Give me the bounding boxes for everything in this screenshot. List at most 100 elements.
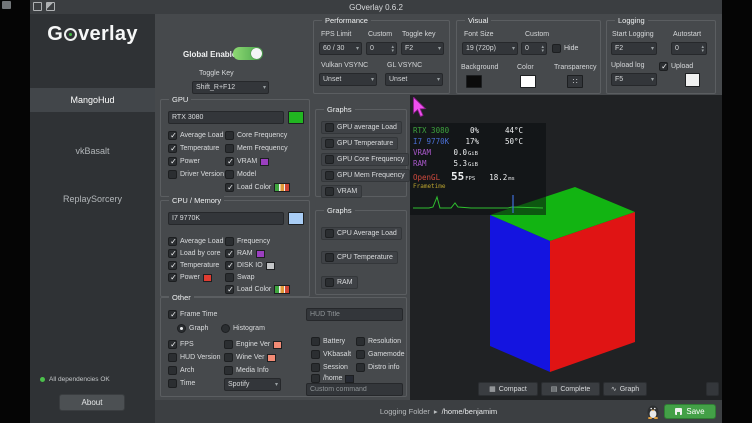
- gpu-model-checkbox[interactable]: Model: [225, 170, 256, 179]
- titlebar[interactable]: GOverlay 0.6.2: [30, 0, 722, 14]
- toggle-key-select[interactable]: Shift_R+F12▾: [192, 81, 269, 94]
- graph-gpu-average-load-checkbox[interactable]: GPU average Load: [321, 121, 402, 134]
- checkbox-icon: [356, 363, 365, 372]
- graph-cpu-temperature-checkbox[interactable]: CPU Temperature: [321, 251, 398, 264]
- swap-checkbox[interactable]: Swap: [225, 273, 255, 282]
- cpu-color-swatch[interactable]: [288, 212, 304, 225]
- sidebar-item-mangohud[interactable]: MangoHud: [30, 88, 155, 112]
- vulkan-vsync-select[interactable]: Unset▾: [319, 73, 377, 86]
- checkbox-icon: [224, 366, 233, 375]
- battery-checkbox[interactable]: Battery: [311, 337, 345, 346]
- cpu-temperature-checkbox[interactable]: Temperature: [168, 261, 219, 270]
- hud-title-input[interactable]: [306, 308, 403, 321]
- cpu-load-by-core-checkbox[interactable]: Load by core: [168, 249, 220, 258]
- graph-button[interactable]: ∿Graph: [603, 382, 647, 396]
- complete-button[interactable]: ▤Complete: [541, 382, 600, 396]
- save-icon: [675, 408, 682, 415]
- frame-time-checkbox[interactable]: Frame Time: [168, 310, 217, 319]
- sidebar-item-replaysorcery[interactable]: ReplaySorcery: [30, 189, 155, 209]
- upload-file-button[interactable]: [685, 73, 700, 87]
- cpu-load-color-checkbox[interactable]: Load Color: [225, 285, 290, 294]
- resize-grip[interactable]: [706, 382, 719, 396]
- desktop-panel-icon[interactable]: [2, 1, 11, 9]
- disk-io-color-swatch[interactable]: [266, 262, 275, 270]
- gpu-temperature-checkbox[interactable]: Temperature: [168, 144, 219, 153]
- global-enable-toggle[interactable]: [233, 47, 263, 60]
- graph-ram-checkbox[interactable]: RAM: [321, 276, 358, 289]
- hud-version-checkbox[interactable]: HUD Version: [168, 353, 220, 362]
- ram-color-swatch[interactable]: [256, 250, 265, 258]
- vkbasalt-checkbox[interactable]: VKbasalt: [311, 350, 351, 359]
- spinner-arrows-icon[interactable]: ▴▾: [541, 45, 544, 53]
- logging-folder-path[interactable]: /home/benjamim: [442, 407, 497, 416]
- checkbox-label: FPS: [180, 341, 194, 348]
- engine-ver-checkbox[interactable]: Engine Ver: [224, 340, 282, 349]
- upload-log-select[interactable]: F5▾: [611, 73, 657, 86]
- media-info-checkbox[interactable]: Media Info: [224, 366, 269, 375]
- fps-toggle-key-select[interactable]: F2▾: [401, 42, 444, 55]
- gl-vsync-select[interactable]: Unset▾: [385, 73, 443, 86]
- fps-checkbox[interactable]: FPS: [168, 340, 194, 349]
- engine-color-swatch[interactable]: [273, 341, 282, 349]
- chevron-down-icon: ▾: [651, 76, 654, 83]
- histogram-radio[interactable]: Histogram: [221, 324, 265, 333]
- checkbox-icon: [224, 353, 233, 362]
- wine-ver-checkbox[interactable]: Wine Ver: [224, 353, 276, 362]
- hide-checkbox[interactable]: Hide: [552, 44, 578, 53]
- home-color-swatch[interactable]: [345, 375, 354, 383]
- graph-cpu-average-load-checkbox[interactable]: CPU Average Load: [321, 227, 402, 240]
- gpu-mem-frequency-checkbox[interactable]: Mem Frequency: [225, 144, 288, 153]
- compact-button[interactable]: ▦Compact: [478, 382, 538, 396]
- time-checkbox[interactable]: Time: [168, 379, 195, 388]
- vram-color-swatch[interactable]: [260, 158, 269, 166]
- home-checkbox[interactable]: /home: [311, 374, 354, 383]
- load-color-swatch[interactable]: [274, 183, 290, 192]
- cpu-frequency-checkbox[interactable]: Frequency: [225, 237, 270, 246]
- font-size-select[interactable]: 19 (720p)▾: [462, 42, 518, 55]
- gpu-vram-checkbox[interactable]: VRAM: [225, 157, 269, 166]
- graph-vram-checkbox[interactable]: VRAM: [321, 185, 362, 198]
- resolution-checkbox[interactable]: Resolution: [356, 337, 401, 346]
- gpu-average-load-checkbox[interactable]: Average Load: [168, 131, 223, 140]
- cpu-average-load-checkbox[interactable]: Average Load: [168, 237, 223, 246]
- text-color-swatch[interactable]: [520, 75, 536, 88]
- fps-limit-select[interactable]: 60 / 30▾: [319, 42, 362, 55]
- load-color-swatch[interactable]: [274, 285, 290, 294]
- graph-radio[interactable]: Graph: [177, 324, 208, 333]
- gpu-core-frequency-checkbox[interactable]: Core Frequency: [225, 131, 287, 140]
- arch-checkbox[interactable]: Arch: [168, 366, 194, 375]
- ram-checkbox[interactable]: RAM: [225, 249, 265, 258]
- sidebar-item-vkbasalt[interactable]: vkBasalt: [30, 141, 155, 161]
- gpu-power-checkbox[interactable]: Power: [168, 157, 200, 166]
- graph-gpu-mem-frequency-checkbox[interactable]: GPU Mem Frequency: [321, 169, 410, 182]
- custom-label: Custom: [368, 31, 392, 38]
- gpu-color-swatch[interactable]: [288, 111, 304, 124]
- about-button[interactable]: About: [59, 394, 125, 411]
- font-custom-spinner[interactable]: 0▴▾: [521, 42, 547, 55]
- wine-color-swatch[interactable]: [267, 354, 276, 362]
- cpu-power-checkbox[interactable]: Power: [168, 273, 212, 282]
- save-button[interactable]: Save: [664, 404, 716, 419]
- disk-io-checkbox[interactable]: DISK IO: [225, 261, 275, 270]
- distro-info-checkbox[interactable]: Distro info: [356, 363, 400, 372]
- upload-checkbox[interactable]: Upload: [659, 62, 693, 71]
- spinner-arrows-icon[interactable]: ▴▾: [391, 45, 394, 53]
- fps-custom-spinner[interactable]: 0▴▾: [366, 42, 397, 55]
- gamemode-checkbox[interactable]: Gamemode: [356, 350, 405, 359]
- transparency-button[interactable]: ∷: [567, 75, 583, 88]
- custom-command-input[interactable]: [306, 383, 403, 396]
- autostart-spinner[interactable]: 0▴▾: [671, 42, 707, 55]
- graph-gpu-temperature-checkbox[interactable]: GPU Temperature: [321, 137, 398, 150]
- graph-gpu-core-frequency-checkbox[interactable]: GPU Core Frequency: [321, 153, 409, 166]
- power-color-swatch[interactable]: [203, 274, 212, 282]
- background-color-swatch[interactable]: [466, 75, 482, 88]
- gpu-driver-version-checkbox[interactable]: Driver Version: [168, 170, 224, 179]
- cpu-name-input[interactable]: [168, 212, 284, 225]
- session-checkbox[interactable]: Session: [311, 363, 348, 372]
- gpu-load-color-checkbox[interactable]: Load Color: [225, 183, 290, 192]
- spinner-arrows-icon[interactable]: ▴▾: [701, 45, 704, 53]
- start-logging-select[interactable]: F2▾: [611, 42, 657, 55]
- gpu-name-input[interactable]: [168, 111, 284, 124]
- checkbox-label: Resolution: [368, 338, 401, 345]
- media-player-select[interactable]: Spotify▾: [224, 378, 281, 391]
